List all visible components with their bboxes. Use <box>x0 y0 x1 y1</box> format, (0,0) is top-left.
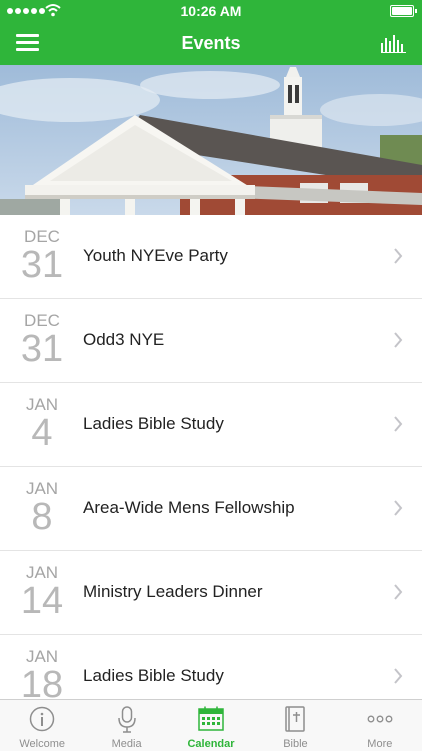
tab-calendar[interactable]: Calendar <box>169 700 253 751</box>
info-icon <box>29 706 55 732</box>
tab-welcome[interactable]: Welcome <box>0 700 84 751</box>
battery-icon <box>390 5 417 17</box>
event-day: 31 <box>20 328 64 370</box>
chevron-right-icon <box>394 668 403 684</box>
chevron-right-icon <box>394 500 403 516</box>
tab-label: Calendar <box>187 738 235 750</box>
tab-label: More <box>367 738 393 750</box>
tab-bible[interactable]: Bible <box>253 700 337 751</box>
tab-label: Media <box>111 738 142 750</box>
tab-more[interactable]: More <box>338 700 422 751</box>
tab-label: Welcome <box>19 738 66 750</box>
event-day: 14 <box>20 580 64 622</box>
chevron-right-icon <box>394 248 403 264</box>
event-title: Ladies Bible Study <box>83 414 224 433</box>
event-day: 18 <box>20 664 64 699</box>
tab-bar: Welcome Media Calendar Bible More <box>0 699 422 751</box>
tab-media[interactable]: Media <box>84 700 168 751</box>
chevron-right-icon <box>394 416 403 432</box>
calendar-icon <box>198 706 224 731</box>
event-title: Ministry Leaders Dinner <box>83 582 263 601</box>
church-header-image <box>0 65 422 215</box>
event-row[interactable]: JAN 14 Ministry Leaders Dinner <box>0 551 422 635</box>
bible-icon <box>285 706 306 732</box>
event-row[interactable]: DEC 31 Odd3 NYE <box>0 299 422 383</box>
event-day: 8 <box>31 496 53 538</box>
event-row[interactable]: DEC 31 Youth NYEve Party <box>0 215 422 299</box>
microphone-icon <box>117 706 136 733</box>
event-title: Ladies Bible Study <box>83 666 224 685</box>
event-row[interactable]: JAN 18 Ladies Bible Study <box>0 635 422 699</box>
page-title: Events <box>181 33 241 53</box>
chevron-right-icon <box>394 332 403 348</box>
more-icon <box>367 715 393 723</box>
event-day: 31 <box>20 244 64 286</box>
event-row[interactable]: JAN 4 Ladies Bible Study <box>0 383 422 467</box>
status-time: 10:26 AM <box>180 3 242 19</box>
event-title: Area-Wide Mens Fellowship <box>83 498 295 517</box>
chevron-right-icon <box>394 584 403 600</box>
status-bar: 10:26 AM <box>0 0 422 22</box>
navigation-bar: Events <box>0 22 422 65</box>
event-day: 4 <box>31 412 53 454</box>
event-row[interactable]: JAN 8 Area-Wide Mens Fellowship <box>0 467 422 551</box>
events-list: DEC 31 Youth NYEve Party DEC 31 Odd3 NYE… <box>0 215 422 699</box>
event-title: Odd3 NYE <box>83 330 165 349</box>
audio-bars-icon[interactable] <box>381 35 406 53</box>
tab-label: Bible <box>283 738 308 750</box>
event-title: Youth NYEve Party <box>83 246 228 265</box>
